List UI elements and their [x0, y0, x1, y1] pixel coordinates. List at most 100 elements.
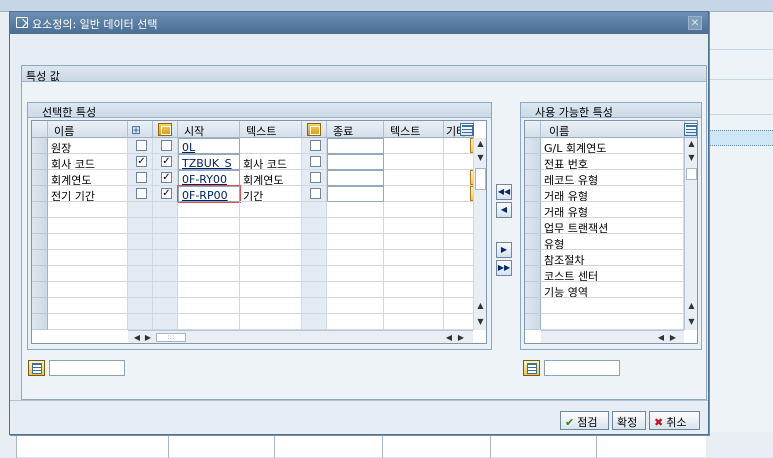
- available-filter-input[interactable]: [544, 360, 620, 376]
- scroll-down-icon[interactable]: ▼: [474, 152, 486, 164]
- col-available-name[interactable]: 이름: [541, 121, 685, 138]
- cell-text2[interactable]: [384, 298, 444, 314]
- row-selector[interactable]: [32, 186, 48, 202]
- cell-matchcode[interactable]: [153, 314, 178, 330]
- checkbox[interactable]: [136, 140, 147, 151]
- available-item[interactable]: 거래 유형: [541, 186, 684, 202]
- cell-start[interactable]: 0L: [178, 138, 240, 154]
- cell-matchcode[interactable]: [153, 266, 178, 282]
- cell-end[interactable]: [327, 138, 384, 154]
- checkbox[interactable]: [310, 140, 321, 151]
- cell-text1[interactable]: [240, 250, 302, 266]
- cell-text2[interactable]: [384, 266, 444, 282]
- cell-start[interactable]: [178, 234, 240, 250]
- multiple-selection-button[interactable]: ⇨: [470, 186, 473, 201]
- available-item[interactable]: [541, 314, 684, 330]
- checkbox[interactable]: [310, 172, 321, 183]
- filter-icon[interactable]: [523, 360, 540, 376]
- row-selector[interactable]: [525, 218, 541, 234]
- cell-hierarchy[interactable]: ✓: [128, 154, 153, 170]
- cell-hierarchy[interactable]: [128, 266, 153, 282]
- cell-hierarchy[interactable]: [128, 282, 153, 298]
- move-all-left-button[interactable]: ◀◀: [496, 184, 512, 200]
- scroll-down-icon[interactable]: ▼: [474, 316, 486, 328]
- cell-end[interactable]: [327, 266, 384, 282]
- cell-hierarchy[interactable]: [128, 314, 153, 330]
- multiple-selection-button[interactable]: ⇨: [470, 138, 473, 153]
- selected-horizontal-scrollbar[interactable]: ◀ ▶ ::: ◀ ▶: [128, 330, 473, 343]
- scroll-right-icon[interactable]: ▶: [668, 332, 678, 343]
- cell-end[interactable]: [327, 234, 384, 250]
- cell-hierarchy[interactable]: [128, 170, 153, 186]
- available-item[interactable]: G/L 회계연도: [541, 138, 684, 154]
- col-end[interactable]: 종료: [327, 121, 384, 138]
- cell-other[interactable]: [444, 250, 474, 266]
- scroll-down-icon[interactable]: ▼: [685, 152, 697, 164]
- cell-matchcode[interactable]: [153, 218, 178, 234]
- cell-other[interactable]: [444, 202, 474, 218]
- cell-other[interactable]: [444, 282, 474, 298]
- cell-text2[interactable]: [384, 202, 444, 218]
- cell-matchcode2[interactable]: [302, 314, 327, 330]
- checkbox[interactable]: [161, 140, 172, 151]
- checkbox[interactable]: ✓: [161, 188, 172, 199]
- cell-matchcode2[interactable]: [302, 266, 327, 282]
- checkbox[interactable]: ✓: [161, 172, 172, 183]
- cell-hierarchy[interactable]: [128, 218, 153, 234]
- checkbox[interactable]: ✓: [161, 156, 172, 167]
- available-item[interactable]: 거래 유형: [541, 202, 684, 218]
- available-horizontal-scrollbar[interactable]: ◀ ▶: [541, 330, 684, 343]
- row-selector[interactable]: [525, 314, 541, 330]
- cell-start[interactable]: [178, 218, 240, 234]
- cell-name[interactable]: [48, 282, 128, 298]
- cell-text1[interactable]: [240, 202, 302, 218]
- cell-matchcode2[interactable]: [302, 218, 327, 234]
- cell-matchcode[interactable]: [153, 282, 178, 298]
- cell-text2[interactable]: [384, 282, 444, 298]
- row-selector[interactable]: [32, 314, 48, 330]
- col-hierarchy[interactable]: ⊞: [128, 121, 153, 138]
- row-selector[interactable]: [32, 202, 48, 218]
- cell-start[interactable]: [178, 298, 240, 314]
- cell-name[interactable]: [48, 202, 128, 218]
- cell-start[interactable]: [178, 250, 240, 266]
- cell-end[interactable]: [327, 282, 384, 298]
- row-selector[interactable]: [32, 282, 48, 298]
- cell-text1[interactable]: [240, 298, 302, 314]
- row-selector[interactable]: [525, 154, 541, 170]
- available-item[interactable]: 레코드 유형: [541, 170, 684, 186]
- cell-other[interactable]: [444, 234, 474, 250]
- available-item[interactable]: [541, 298, 684, 314]
- cell-name[interactable]: [48, 314, 128, 330]
- cell-matchcode[interactable]: ✓: [153, 170, 178, 186]
- cell-hierarchy[interactable]: [128, 250, 153, 266]
- cell-hierarchy[interactable]: [128, 234, 153, 250]
- cell-matchcode[interactable]: [153, 250, 178, 266]
- cell-hierarchy[interactable]: [128, 186, 153, 202]
- cell-matchcode[interactable]: [153, 138, 178, 154]
- start-value-link[interactable]: 0F-RP00: [182, 189, 228, 201]
- available-vertical-scrollbar[interactable]: ▲ ▼ ▲ ▼: [684, 138, 697, 330]
- row-selector[interactable]: [525, 138, 541, 154]
- scroll-down-icon[interactable]: ▼: [685, 316, 697, 328]
- row-selector[interactable]: [525, 234, 541, 250]
- checkbox[interactable]: [310, 156, 321, 167]
- row-selector-header[interactable]: [32, 121, 48, 138]
- start-value-link[interactable]: 0F-RY00: [182, 173, 227, 185]
- cell-start[interactable]: [178, 282, 240, 298]
- start-value-link[interactable]: 0L: [182, 141, 195, 153]
- cell-matchcode[interactable]: ✓: [153, 186, 178, 202]
- cell-other[interactable]: [444, 218, 474, 234]
- cell-name[interactable]: [48, 234, 128, 250]
- cell-hierarchy[interactable]: [128, 202, 153, 218]
- row-selector[interactable]: [525, 266, 541, 282]
- cell-end[interactable]: [327, 298, 384, 314]
- check-button[interactable]: ✔ 점검: [560, 411, 609, 430]
- cell-matchcode[interactable]: [153, 234, 178, 250]
- cell-text2[interactable]: [384, 154, 444, 170]
- scroll-up-icon[interactable]: ▲: [474, 138, 486, 150]
- row-selector[interactable]: [525, 282, 541, 298]
- available-item[interactable]: 참조절차: [541, 250, 684, 266]
- cell-text1[interactable]: [240, 234, 302, 250]
- cell-matchcode[interactable]: ✓: [153, 154, 178, 170]
